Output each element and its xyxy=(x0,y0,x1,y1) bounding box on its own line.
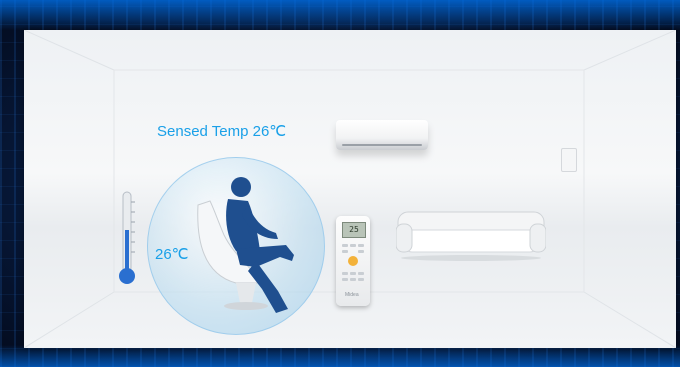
remote-display: 25 xyxy=(342,222,366,238)
sensed-temp-label: Sensed Temp 26℃ xyxy=(157,123,287,140)
frame-glow-bottom xyxy=(0,345,680,367)
remote-brand-logo: Midea xyxy=(345,292,359,298)
air-conditioner-icon xyxy=(336,120,428,150)
room-scene: Sensed Temp 26℃ 26℃ 25 Midea xyxy=(24,30,676,348)
sofa-icon xyxy=(396,211,546,261)
remote-center-button xyxy=(348,256,358,266)
actual-temp-label: 26℃ xyxy=(155,246,189,263)
thermometer-icon xyxy=(119,191,135,284)
remote-control-icon: 25 Midea xyxy=(336,216,370,306)
wall-lamp xyxy=(561,148,577,172)
person-silhouette-icon xyxy=(197,177,294,313)
frame-glow-top xyxy=(0,0,680,30)
